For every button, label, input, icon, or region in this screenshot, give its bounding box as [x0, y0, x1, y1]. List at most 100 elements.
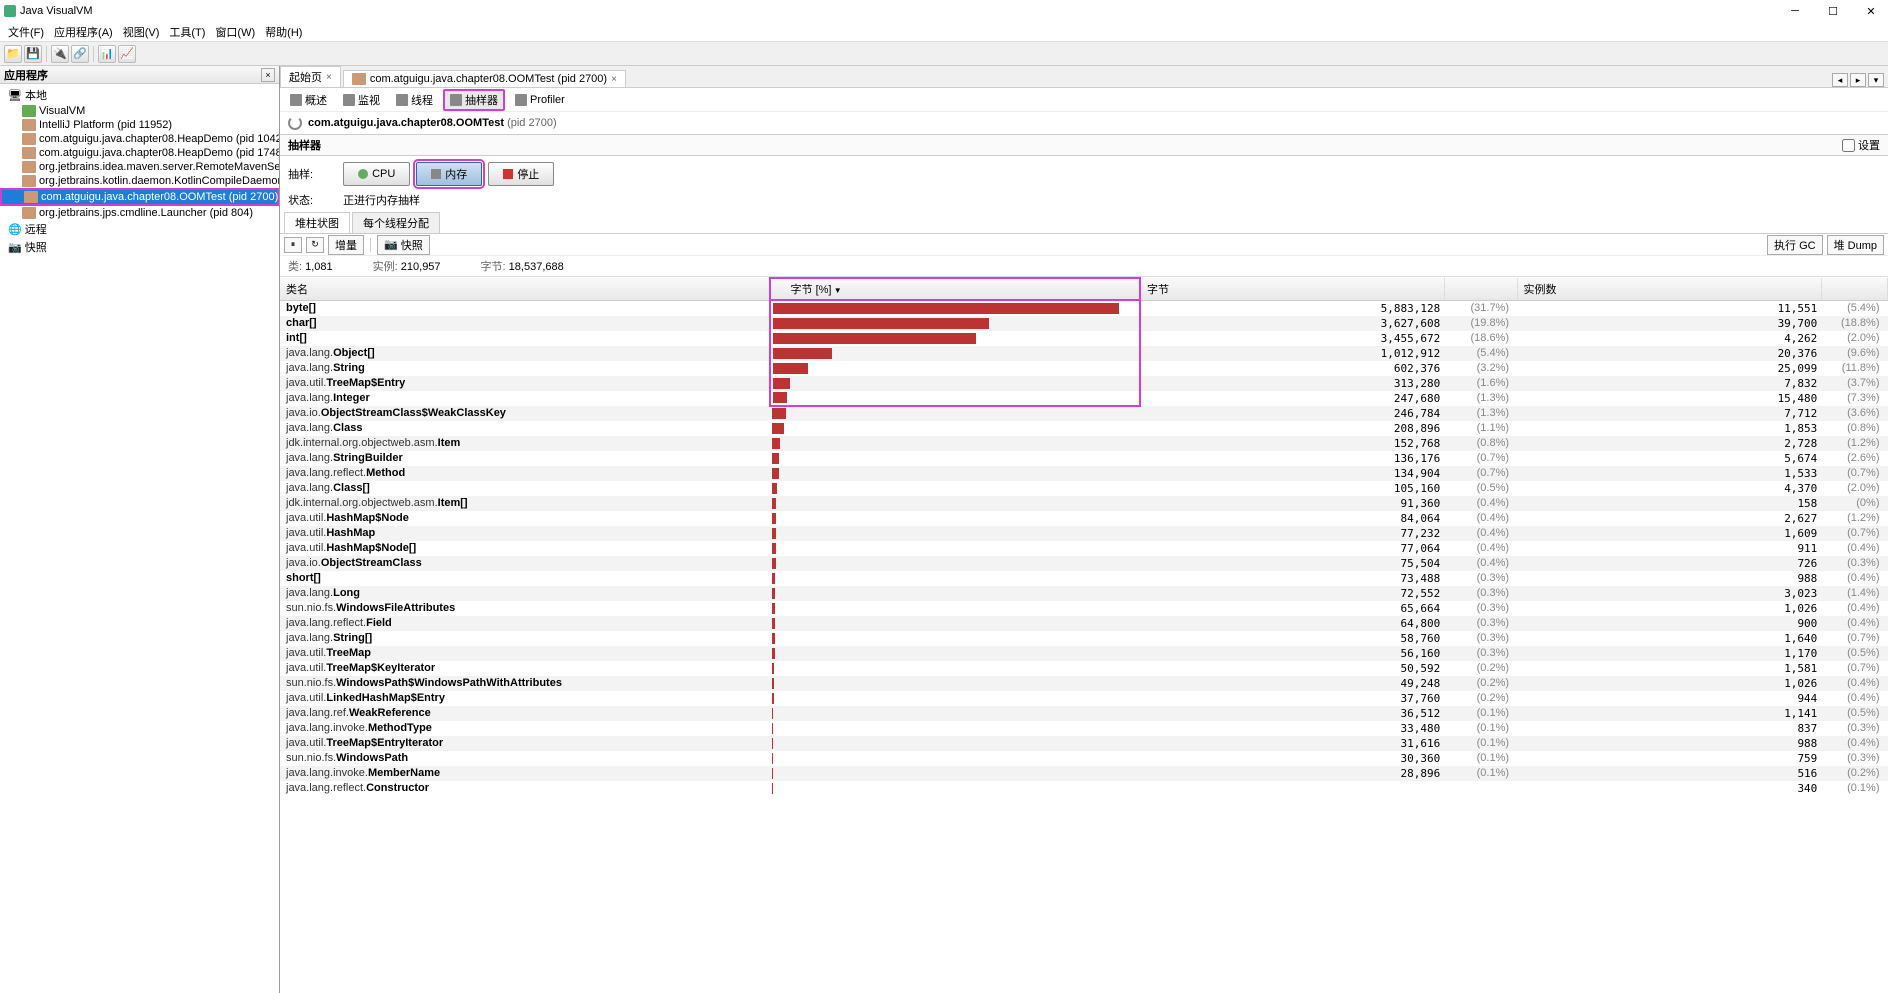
- table-row[interactable]: sun.nio.fs.WindowsPath 30,360 (0.1%) 759…: [280, 751, 1888, 766]
- tab-prev-button[interactable]: ◂: [1832, 73, 1848, 87]
- view-tab-heap[interactable]: 堆柱状图: [284, 212, 350, 233]
- tree-item[interactable]: com.atguigu.java.chapter08.HeapDemo (pid…: [0, 132, 279, 146]
- tree-group-local[interactable]: 🖥本地: [0, 86, 279, 104]
- tree-item[interactable]: IntelliJ Platform (pid 11952): [0, 118, 279, 132]
- table-row[interactable]: java.lang.invoke.MethodType 33,480 (0.1%…: [280, 721, 1888, 736]
- table-row[interactable]: java.io.ObjectStreamClass$WeakClassKey 2…: [280, 406, 1888, 421]
- table-row[interactable]: java.util.LinkedHashMap$Entry 37,760 (0.…: [280, 691, 1888, 706]
- table-row[interactable]: java.util.TreeMap$KeyIterator 50,592 (0.…: [280, 661, 1888, 676]
- instances-pct: (0.3%): [1821, 721, 1887, 736]
- table-row[interactable]: java.lang.Class 208,896 (1.1%) 1,853 (0.…: [280, 421, 1888, 436]
- heap-dump-button[interactable]: 堆 Dump: [1827, 235, 1884, 255]
- stop-button[interactable]: 停止: [488, 162, 554, 186]
- table-row[interactable]: java.util.TreeMap$Entry 313,280 (1.6%) 7…: [280, 376, 1888, 391]
- menu-window[interactable]: 窗口(W): [211, 22, 259, 42]
- col-instances[interactable]: 实例数: [1517, 278, 1821, 300]
- col-bytes-pct[interactable]: 字节 [%]: [770, 278, 1140, 300]
- tool-btn-2[interactable]: 💾: [24, 45, 42, 63]
- app-tree[interactable]: 🖥本地 VisualVMIntelliJ Platform (pid 11952…: [0, 84, 279, 993]
- tree-group-snapshot[interactable]: 📷快照: [0, 238, 279, 256]
- tree-group-remote[interactable]: 🌐远程: [0, 220, 279, 238]
- instances-pct: (0.7%): [1821, 526, 1887, 541]
- sidebar-close-button[interactable]: ×: [261, 68, 275, 82]
- col-instances-pct[interactable]: [1821, 278, 1887, 300]
- table-row[interactable]: jdk.internal.org.objectweb.asm.Item 152,…: [280, 436, 1888, 451]
- table-row[interactable]: jdk.internal.org.objectweb.asm.Item[] 91…: [280, 496, 1888, 511]
- table-row[interactable]: char[] 3,627,608 (19.8%) 39,700 (18.8%): [280, 316, 1888, 331]
- table-row[interactable]: short[] 73,488 (0.3%) 988 (0.4%): [280, 571, 1888, 586]
- bytes-pct: (0.2%): [1444, 676, 1517, 691]
- table-row[interactable]: java.lang.ref.WeakReference 36,512 (0.1%…: [280, 706, 1888, 721]
- memory-button[interactable]: 内存: [416, 162, 482, 186]
- table-row[interactable]: java.lang.invoke.MemberName 28,896 (0.1%…: [280, 766, 1888, 781]
- col-name[interactable]: 类名: [280, 278, 770, 300]
- table-row[interactable]: java.lang.Long 72,552 (0.3%) 3,023 (1.4%…: [280, 586, 1888, 601]
- tool-btn-3[interactable]: 🔌: [51, 45, 69, 63]
- minimize-button[interactable]: ─: [1782, 3, 1808, 19]
- tree-item[interactable]: com.atguigu.java.chapter08.HeapDemo (pid…: [0, 146, 279, 160]
- pause-button[interactable]: ⏸: [284, 237, 302, 253]
- subtab-profiler[interactable]: Profiler: [509, 92, 571, 108]
- subtab-threads[interactable]: 线程: [390, 90, 439, 110]
- close-button[interactable]: ✕: [1858, 3, 1884, 19]
- subtab-monitor[interactable]: 监视: [337, 90, 386, 110]
- table-row[interactable]: java.lang.String[] 58,760 (0.3%) 1,640 (…: [280, 631, 1888, 646]
- tab-next-button[interactable]: ▸: [1850, 73, 1866, 87]
- menu-help[interactable]: 帮助(H): [261, 22, 306, 42]
- table-row[interactable]: byte[] 5,883,128 (31.7%) 11,551 (5.4%): [280, 300, 1888, 316]
- tree-item[interactable]: org.jetbrains.jps.cmdline.Launcher (pid …: [0, 206, 279, 220]
- table-row[interactable]: int[] 3,455,672 (18.6%) 4,262 (2.0%): [280, 331, 1888, 346]
- table-row[interactable]: java.util.HashMap$Node[] 77,064 (0.4%) 9…: [280, 541, 1888, 556]
- tree-item[interactable]: VisualVM: [0, 104, 279, 118]
- tab-oomtest[interactable]: com.atguigu.java.chapter08.OOMTest (pid …: [343, 70, 626, 87]
- table-row[interactable]: java.lang.reflect.Field 64,800 (0.3%) 90…: [280, 616, 1888, 631]
- table-row[interactable]: java.util.HashMap 77,232 (0.4%) 1,609 (0…: [280, 526, 1888, 541]
- settings-checkbox[interactable]: 设置: [1842, 137, 1880, 153]
- table-row[interactable]: java.lang.String 602,376 (3.2%) 25,099 (…: [280, 361, 1888, 376]
- gc-button[interactable]: 执行 GC: [1767, 235, 1823, 255]
- instances-value: 25,099: [1517, 361, 1821, 376]
- delta-button[interactable]: 增量: [328, 235, 364, 255]
- data-table-container[interactable]: 类名 字节 [%] 字节 实例数 byte[] 5,883,128 (31.7%…: [280, 277, 1888, 796]
- bytes-bar: [770, 406, 1140, 421]
- col-bytes-pct-val[interactable]: [1444, 278, 1517, 300]
- tab-start-page[interactable]: 起始页 ×: [280, 66, 341, 87]
- class-name: sun.nio.fs.WindowsFileAttributes: [280, 601, 770, 616]
- table-row[interactable]: java.lang.StringBuilder 136,176 (0.7%) 5…: [280, 451, 1888, 466]
- table-row[interactable]: java.lang.Integer 247,680 (1.3%) 15,480 …: [280, 391, 1888, 406]
- cpu-button[interactable]: CPU: [343, 162, 410, 186]
- tree-item[interactable]: org.jetbrains.idea.maven.server.RemoteMa…: [0, 160, 279, 174]
- tool-btn-4[interactable]: 🔗: [71, 45, 89, 63]
- tree-item[interactable]: com.atguigu.java.chapter08.OOMTest (pid …: [0, 188, 279, 206]
- menu-view[interactable]: 视图(V): [119, 22, 164, 42]
- table-row[interactable]: sun.nio.fs.WindowsFileAttributes 65,664 …: [280, 601, 1888, 616]
- table-row[interactable]: java.lang.Object[] 1,012,912 (5.4%) 20,3…: [280, 346, 1888, 361]
- tool-btn-1[interactable]: 📁: [4, 45, 22, 63]
- table-row[interactable]: java.util.TreeMap 56,160 (0.3%) 1,170 (0…: [280, 646, 1888, 661]
- tool-btn-5[interactable]: 📊: [98, 45, 116, 63]
- table-row[interactable]: java.lang.reflect.Method 134,904 (0.7%) …: [280, 466, 1888, 481]
- table-row[interactable]: java.util.HashMap$Node 84,064 (0.4%) 2,6…: [280, 511, 1888, 526]
- table-row[interactable]: java.io.ObjectStreamClass 75,504 (0.4%) …: [280, 556, 1888, 571]
- view-tab-thread[interactable]: 每个线程分配: [352, 212, 440, 233]
- close-icon[interactable]: ×: [611, 74, 617, 85]
- col-bytes[interactable]: 字节: [1140, 278, 1444, 300]
- table-row[interactable]: sun.nio.fs.WindowsPath$WindowsPathWithAt…: [280, 676, 1888, 691]
- menu-file[interactable]: 文件(F): [4, 22, 48, 42]
- table-row[interactable]: java.lang.reflect.Constructor 340 (0.1%): [280, 781, 1888, 796]
- tree-item[interactable]: org.jetbrains.kotlin.daemon.KotlinCompil…: [0, 174, 279, 188]
- refresh-button[interactable]: ↻: [306, 237, 324, 253]
- instances-pct: (0.7%): [1821, 466, 1887, 481]
- menu-tools[interactable]: 工具(T): [165, 22, 209, 42]
- table-row[interactable]: java.util.TreeMap$EntryIterator 31,616 (…: [280, 736, 1888, 751]
- tab-list-button[interactable]: ▾: [1868, 73, 1884, 87]
- snapshot-button[interactable]: 📷 快照: [377, 235, 430, 255]
- maximize-button[interactable]: ☐: [1820, 3, 1846, 19]
- tool-btn-6[interactable]: 📈: [118, 45, 136, 63]
- table-row[interactable]: java.lang.Class[] 105,160 (0.5%) 4,370 (…: [280, 481, 1888, 496]
- view-tabs: 堆柱状图 每个线程分配: [280, 214, 1888, 234]
- subtab-sampler[interactable]: 抽样器: [443, 89, 505, 111]
- close-icon[interactable]: ×: [326, 72, 332, 83]
- menu-applications[interactable]: 应用程序(A): [50, 22, 117, 42]
- subtab-overview[interactable]: 概述: [284, 90, 333, 110]
